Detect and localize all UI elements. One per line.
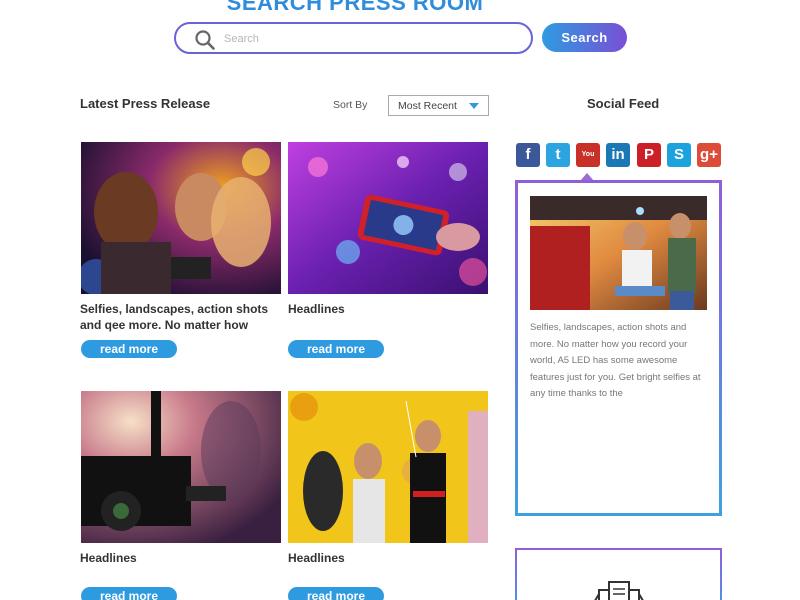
social-feed-title: Social Feed xyxy=(587,96,660,111)
press-card-image-2[interactable] xyxy=(288,142,488,294)
social-feed-card-2 xyxy=(515,548,722,600)
facebook-icon[interactable]: f xyxy=(516,143,540,167)
press-card-title-4[interactable]: Headlines xyxy=(288,550,493,566)
press-section-title: Latest Press Release xyxy=(80,96,211,111)
read-more-button-1[interactable]: read more xyxy=(81,340,177,358)
linkedin-icon[interactable]: in xyxy=(606,143,630,167)
google-plus-icon[interactable]: g+ xyxy=(697,143,721,167)
sort-label: Sort By xyxy=(333,99,368,111)
social-feed-card: Selfies, landscapes, action shots and mo… xyxy=(515,180,722,516)
press-card-image-3[interactable] xyxy=(81,391,281,543)
read-more-button-2[interactable]: read more xyxy=(288,340,384,358)
document-icon xyxy=(594,581,644,600)
feed-post-text: Selfies, landscapes, action shots and mo… xyxy=(530,322,701,399)
twitter-icon[interactable]: t xyxy=(546,143,570,167)
page-title: SEARCH PRESS ROOM xyxy=(226,0,484,15)
press-card-image-1[interactable] xyxy=(81,142,281,294)
search-box[interactable] xyxy=(174,22,533,54)
sort-select-value: Most Recent xyxy=(398,100,457,112)
press-card-image-4[interactable] xyxy=(288,391,488,543)
search-input[interactable] xyxy=(224,29,514,49)
search-icon xyxy=(195,30,215,50)
search-button[interactable]: Search xyxy=(542,23,627,52)
sort-select[interactable]: Most Recent xyxy=(388,95,489,116)
press-card-title-1[interactable]: Selfies, landscapes, action shots and qe… xyxy=(80,301,285,333)
press-card-title-3[interactable]: Headlines xyxy=(80,550,285,566)
youtube-icon[interactable]: You Tube xyxy=(576,143,600,182)
read-more-button-4[interactable]: read more xyxy=(288,587,384,600)
read-more-button-3[interactable]: read more xyxy=(81,587,177,600)
feed-post-image[interactable] xyxy=(530,196,707,310)
chevron-down-icon xyxy=(469,103,479,109)
skype-icon[interactable]: S xyxy=(667,143,691,167)
press-card-title-2[interactable]: Headlines xyxy=(288,301,493,317)
pinterest-icon[interactable]: P xyxy=(637,143,661,167)
